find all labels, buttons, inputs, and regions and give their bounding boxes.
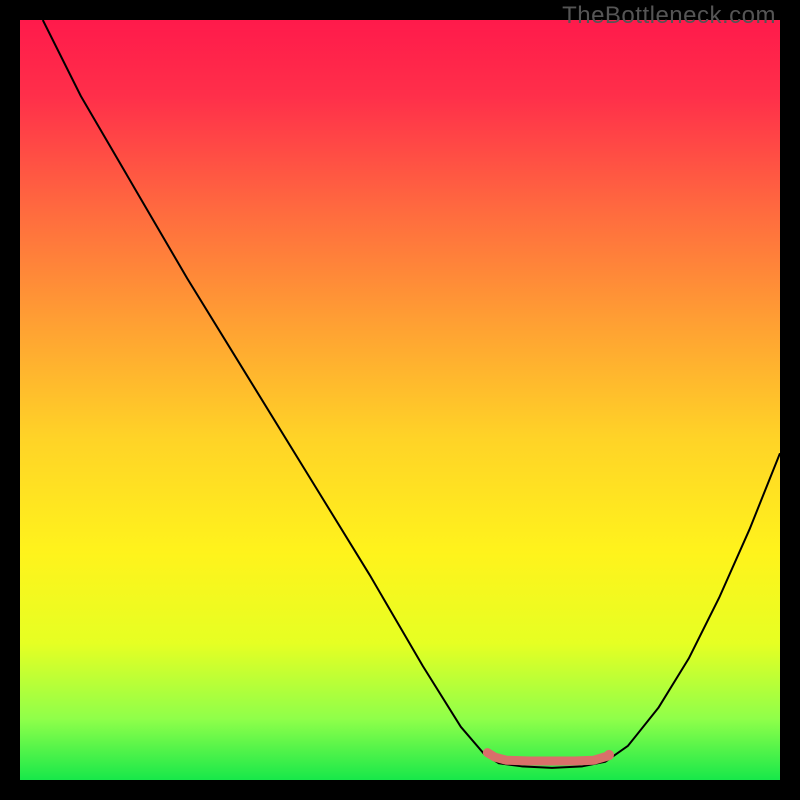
watermark-text: TheBottleneck.com (562, 2, 776, 30)
chart-frame (20, 20, 780, 780)
chart-svg (20, 20, 780, 780)
chart-background (20, 20, 780, 780)
optimal-end-dot (604, 750, 614, 760)
